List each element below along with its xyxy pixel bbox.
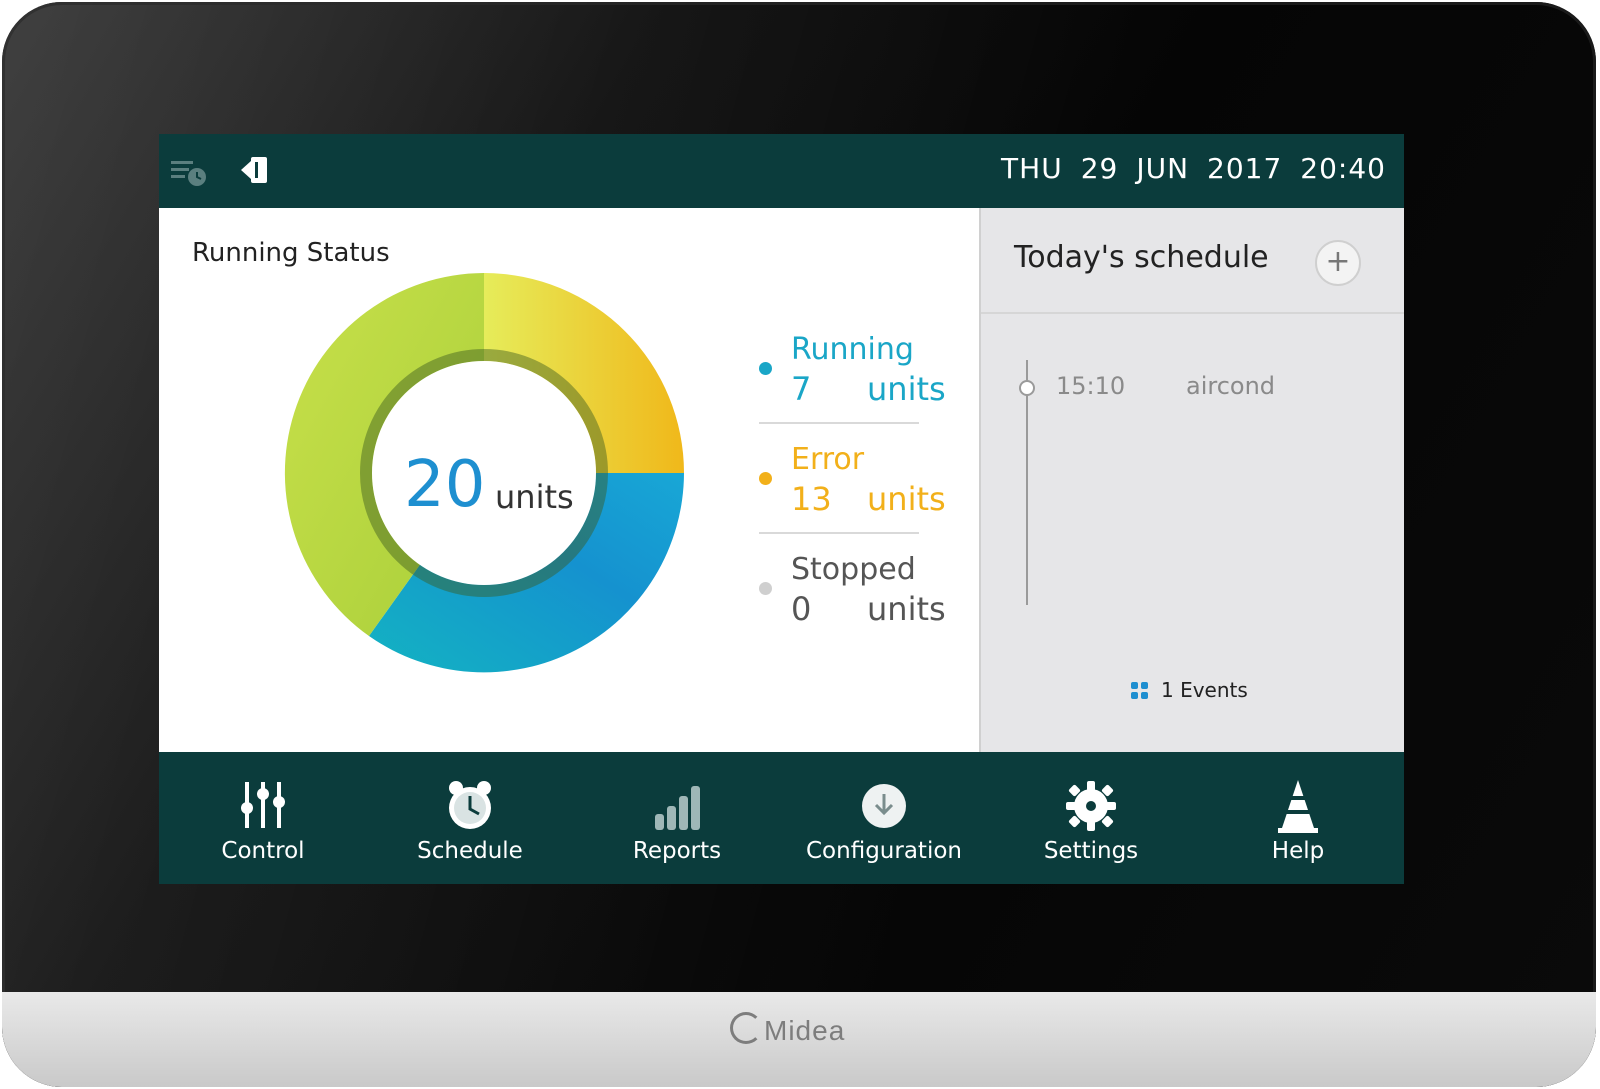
legend-divider [759, 532, 919, 534]
stopped-dot [759, 582, 772, 595]
year: 2017 [1207, 152, 1283, 185]
brand-text: Midea [764, 1015, 846, 1046]
nav-reports-label: Reports [632, 838, 722, 864]
nav-schedule-label: Schedule [417, 838, 523, 864]
nav-settings-label: Settings [1043, 838, 1139, 864]
nav-help[interactable]: Help [1198, 752, 1398, 884]
total-units-label: units [495, 478, 574, 516]
nav-configuration[interactable]: Configuration [784, 752, 984, 884]
bar-chart-icon [655, 786, 700, 830]
schedule-header: Today's schedule + [981, 208, 1404, 314]
stopped-label: Stopped [791, 552, 916, 587]
brand-logo: Midea [730, 1012, 845, 1047]
timeline-dot [1019, 380, 1035, 396]
nav-control-label: Control [221, 838, 305, 864]
nav-help-label: Help [1271, 838, 1325, 864]
running-value: 7 [791, 370, 812, 408]
events-count-text: 1 Events [1161, 678, 1248, 702]
nav-reports[interactable]: Reports [577, 752, 777, 884]
logout-icon[interactable] [237, 152, 273, 192]
gear-icon [1066, 781, 1116, 831]
alarm-clock-icon [449, 781, 491, 829]
timeline-line [1026, 360, 1028, 605]
running-dot [759, 362, 772, 375]
sliders-icon [241, 782, 285, 828]
top-bar: THU 29 JUN 2017 20:40 [159, 134, 1404, 208]
date-time: THU 29 JUN 2017 20:40 [983, 152, 1386, 185]
nav-configuration-label: Configuration [806, 838, 962, 864]
stopped-value: 0 [791, 590, 812, 628]
brand-swirl-icon [730, 1012, 762, 1044]
day: THU [1001, 152, 1063, 185]
error-label: Error [791, 442, 865, 477]
legend-divider [759, 422, 919, 424]
download-icon [862, 784, 906, 828]
events-grid-icon [1131, 682, 1148, 699]
touch-screen: THU 29 JUN 2017 20:40 Running Status 20 … [159, 134, 1404, 884]
schedule-title: Today's schedule [1014, 240, 1269, 275]
running-unit: units [867, 370, 946, 408]
error-unit: units [867, 480, 946, 518]
total-units-value: 20 [404, 448, 486, 522]
date: 29 [1080, 152, 1119, 185]
month: JUN [1136, 152, 1190, 185]
bottom-nav: Control Schedule Reports Configuration S… [159, 752, 1404, 884]
schedule-panel: Today's schedule + 15:10 aircond 1 Event… [979, 208, 1404, 752]
time: 20:40 [1300, 152, 1386, 185]
nav-schedule[interactable]: Schedule [370, 752, 570, 884]
schedule-list-icon[interactable] [169, 152, 209, 194]
error-value: 13 [791, 480, 832, 518]
stopped-unit: units [867, 590, 946, 628]
event-name[interactable]: aircond [1186, 372, 1275, 400]
error-dot [759, 472, 772, 485]
events-count[interactable]: 1 Events [1131, 678, 1248, 702]
add-schedule-button[interactable]: + [1315, 240, 1361, 286]
nav-settings[interactable]: Settings [991, 752, 1191, 884]
event-time[interactable]: 15:10 [1056, 372, 1125, 400]
cone-icon [1278, 780, 1318, 833]
nav-control[interactable]: Control [163, 752, 363, 884]
running-label: Running [791, 332, 914, 367]
running-status-panel: Running Status 20 units Running 7 units … [159, 208, 979, 752]
